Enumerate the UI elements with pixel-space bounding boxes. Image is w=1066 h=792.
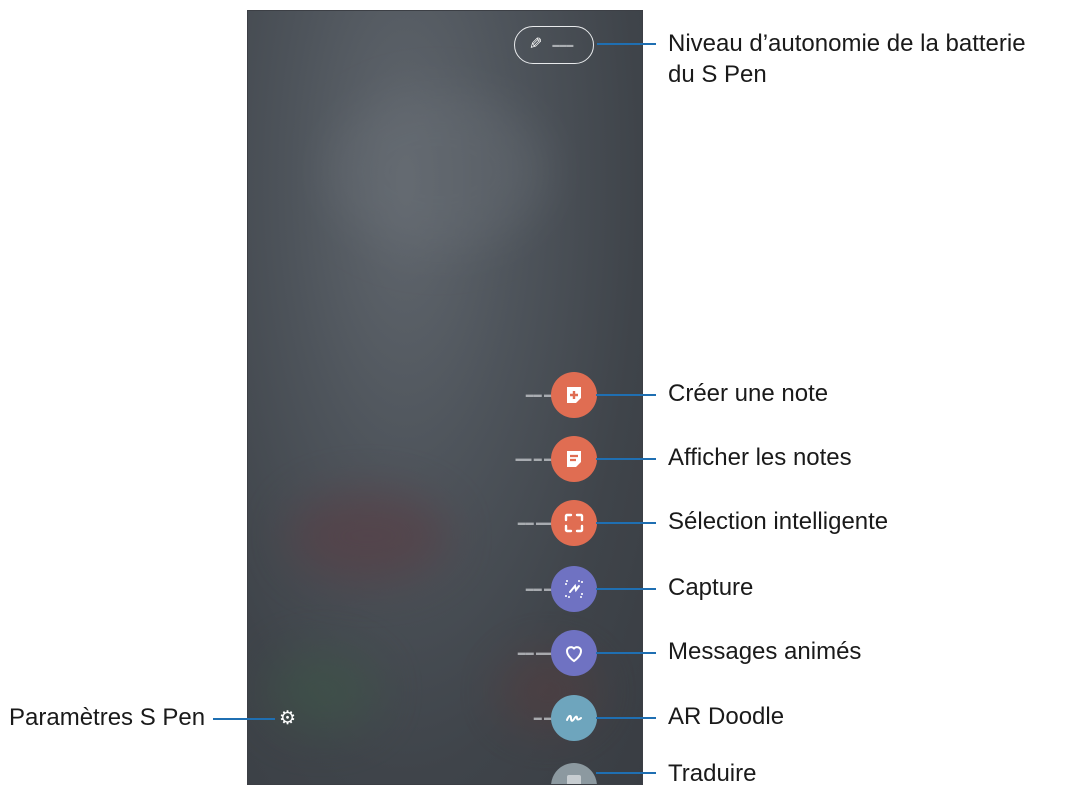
callout-battery-line2: du S Pen — [668, 61, 767, 88]
shortcut-ar-doodle[interactable]: ▬ ▬▬ — [248, 695, 642, 741]
callout-live-messages: Messages animés — [668, 638, 862, 665]
callout-line — [596, 394, 656, 396]
callout-translate: Traduire — [668, 760, 757, 787]
callout-line — [596, 522, 656, 524]
s-pen-battery-indicator: ✎ ▬▬▬ — [514, 26, 594, 64]
translate-button[interactable] — [551, 763, 597, 784]
callout-capture: Capture — [668, 574, 754, 601]
callout-settings: Paramètres S Pen — [9, 704, 206, 731]
shortcut-view-notes[interactable]: ▬▬ ▬ ▬▬ — [248, 436, 642, 482]
callout-line — [596, 717, 656, 719]
heart-icon — [565, 646, 583, 663]
shortcut-live-messages[interactable]: ▬▬ ▬▬▬ — [248, 630, 642, 676]
callout-ar-doodle: AR Doodle — [668, 703, 785, 730]
callout-create-note: Créer une note — [668, 380, 829, 407]
background-blur — [328, 91, 548, 251]
screen-write-icon — [565, 580, 583, 598]
callout-view-notes: Afficher les notes — [668, 444, 852, 471]
callout-line — [597, 43, 656, 45]
note-list-icon — [567, 451, 581, 467]
create-note-button[interactable] — [551, 372, 597, 418]
battery-level: ▬▬▬ — [552, 41, 574, 49]
shortcut-capture[interactable]: ▬▬ ▬▬ — [248, 566, 642, 612]
callout-line — [596, 588, 656, 590]
shortcut-create-note[interactable]: ▬▬ ▬▬ — [248, 372, 642, 418]
smart-select-button[interactable] — [551, 500, 597, 546]
gear-icon[interactable]: ⚙ — [279, 709, 296, 728]
shortcut-smart-select[interactable]: ▬▬ ▬▬▬ — [248, 500, 642, 546]
ar-doodle-button[interactable] — [551, 695, 597, 741]
capture-button[interactable] — [551, 566, 597, 612]
callout-smart-select: Sélection intelligente — [668, 508, 889, 535]
callout-line — [596, 772, 656, 774]
crop-select-icon — [564, 513, 584, 533]
s-pen-icon: ✎ — [529, 36, 543, 53]
callout-line — [596, 652, 656, 654]
callout-line — [596, 458, 656, 460]
note-plus-icon — [567, 387, 581, 403]
callout-line — [213, 718, 275, 720]
translate-icon — [567, 775, 581, 784]
callout-battery: Niveau d’autonomie de la batterie du S P… — [668, 28, 1026, 90]
callout-battery-line1: Niveau d’autonomie de la batterie — [668, 30, 1026, 57]
air-command-screen: ✎ ▬▬▬ ▬▬ ▬▬ ▬▬ ▬ ▬▬ ▬▬ ▬▬▬ ▬▬ ▬▬ ▬▬ ▬▬▬ … — [247, 10, 643, 785]
view-notes-button[interactable] — [551, 436, 597, 482]
live-messages-button[interactable] — [551, 630, 597, 676]
doodle-icon — [566, 714, 582, 722]
